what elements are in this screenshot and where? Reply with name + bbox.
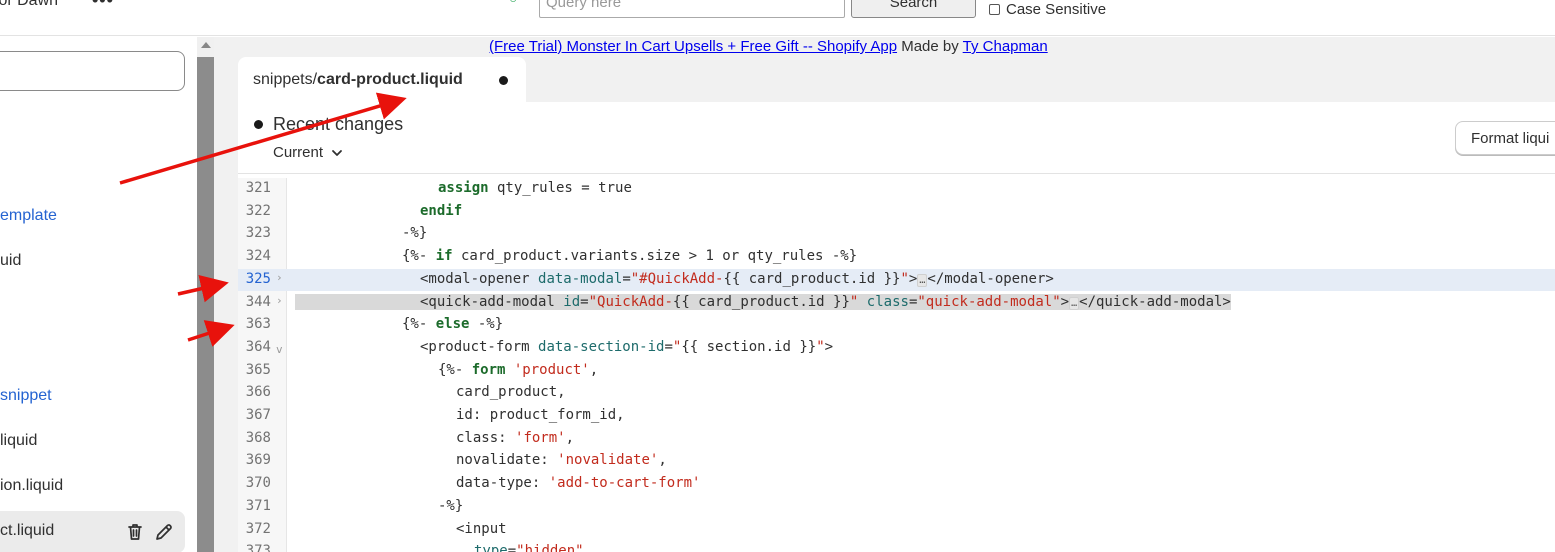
code-text: {%- else -%} [402,316,504,333]
fold-chevron-right-icon[interactable]: › [276,294,283,307]
line-number: 324 [245,248,271,265]
code-line[interactable]: 323 -%} [238,223,1555,246]
recent-changes-label: Recent changes [273,114,404,134]
case-sensitive-toggle[interactable]: Case Sensitive [989,1,1106,18]
more-actions-button[interactable]: ••• [92,0,114,11]
fold-chevron-right-icon[interactable]: › [276,271,283,284]
version-select-label: Current [273,144,324,161]
trash-icon[interactable] [125,522,145,542]
scroll-up-arrow-icon[interactable] [201,42,211,48]
line-number: 370 [245,475,271,492]
format-liquid-button[interactable]: Format liqui [1455,121,1555,155]
line-number: 344 [245,293,271,310]
sidebar-item-add-template[interactable]: emplate [0,207,57,225]
tab-filename: card-product.liquid [317,71,463,88]
version-select[interactable]: Current [273,144,343,161]
tab-path: snippets/card-product.liquid [253,71,463,89]
tab-folder: snippets/ [253,71,318,88]
code-line[interactable]: 324 {%- if card_product.variants.size > … [238,246,1555,269]
code-line[interactable]: 322 endif [238,201,1555,224]
code-text: id: product_form_id, [456,407,625,423]
file-sidebar: emplate uid snippet liquid ion.liquid ct… [0,37,197,552]
code-line[interactable]: 367 id: product_form_id, [238,405,1555,428]
line-number: 364 [245,338,271,355]
line-number: 371 [245,497,271,514]
line-number: 372 [245,520,271,537]
scrollbar-thumb[interactable] [197,57,214,552]
tab-card-product[interactable]: snippets/card-product.liquid [238,57,526,102]
theme-name: for Dawn [0,0,59,9]
sidebar-item-label: ct.liquid [0,522,55,539]
code-line[interactable]: 363 {%- else -%} [238,314,1555,337]
top-bar: for Dawn ••• ○ Search Case Sensitive [0,0,1555,36]
line-number: 368 [245,429,271,446]
sidebar-item-card-product[interactable]: ct.liquid [0,511,185,552]
line-number: 363 [245,316,271,333]
made-by-text: Made by [897,38,963,55]
code-text: <input [456,520,507,537]
search-button[interactable]: Search [851,0,976,18]
code-text: assign qty_rules = true [438,180,632,196]
line-number: 322 [245,202,271,219]
sidebar-item-add-snippet[interactable]: snippet [0,387,52,405]
code-text: endif [420,202,463,219]
code-text: {%- form 'product', [438,361,599,378]
line-number: 369 [245,452,271,469]
chevron-down-icon [332,149,342,156]
recent-changes: Recent changes [254,114,403,135]
code-line[interactable]: 365 {%- form 'product', [238,360,1555,383]
code-line[interactable]: 366 card_product, [238,382,1555,405]
code-line[interactable]: 369 novalidate: 'novalidate', [238,450,1555,473]
code-text: class: 'form', [456,429,575,446]
code-text: {%- if card_product.variants.size > 1 or… [402,248,858,265]
code-text: <modal-opener data-modal="#QuickAdd-{{ c… [420,270,1054,287]
code-text: card_product, [456,384,566,401]
code-line[interactable]: 373 type="hidden" [238,541,1555,552]
case-sensitive-checkbox[interactable] [989,4,1000,15]
code-line[interactable]: 370 data-type: 'add-to-cart-form' [238,473,1555,496]
code-line[interactable]: 368 class: 'form', [238,428,1555,451]
app-link[interactable]: (Free Trial) Monster In Cart Upsells + F… [489,38,897,55]
code-text: novalidate: 'novalidate', [456,452,667,469]
line-number: 325 [245,270,271,287]
status-icon: ○ [509,0,517,6]
bullet-icon [254,120,263,129]
code-line[interactable]: 344 › <quick-add-modal id="QuickAdd-{{ c… [238,292,1555,315]
pencil-icon[interactable] [154,522,174,542]
sidebar-scrollbar[interactable] [197,37,214,552]
divider [238,173,1555,174]
case-sensitive-label: Case Sensitive [1006,1,1107,18]
code-text: <product-form data-section-id="{{ sectio… [420,338,834,355]
line-number: 373 [245,543,271,552]
code-editor[interactable]: 321 assign qty_rules = true 322 endif 32… [238,178,1555,552]
line-number: 321 [245,180,271,196]
code-text: -%} [402,225,428,242]
sidebar-item-file[interactable]: uid [0,252,21,270]
fold-chevron-down-icon[interactable]: v [276,343,283,356]
line-number: 323 [245,225,271,242]
unsaved-indicator-icon[interactable] [499,76,508,85]
code-text: type="hidden" [474,543,584,552]
file-search-input[interactable] [0,51,185,91]
code-text: <quick-add-modal id="QuickAdd-{{ card_pr… [295,293,1231,310]
author-link[interactable]: Ty Chapman [963,38,1048,55]
line-number: 365 [245,361,271,378]
code-line[interactable]: 321 assign qty_rules = true [238,178,1555,201]
query-input[interactable] [539,0,845,18]
app-credit: (Free Trial) Monster In Cart Upsells + F… [489,38,1048,55]
code-line[interactable]: 371 -%} [238,496,1555,519]
line-number: 367 [245,407,271,423]
code-text: -%} [438,497,464,514]
code-line[interactable]: 325 › <modal-opener data-modal="#QuickAd… [238,268,1555,292]
line-number: 366 [245,384,271,401]
sidebar-item-file[interactable]: liquid [0,432,37,450]
code-line[interactable]: 372 <input [238,519,1555,542]
code-text: data-type: 'add-to-cart-form' [456,475,701,492]
code-line[interactable]: 364 v <product-form data-section-id="{{ … [238,337,1555,360]
sidebar-item-file[interactable]: ion.liquid [0,477,63,495]
